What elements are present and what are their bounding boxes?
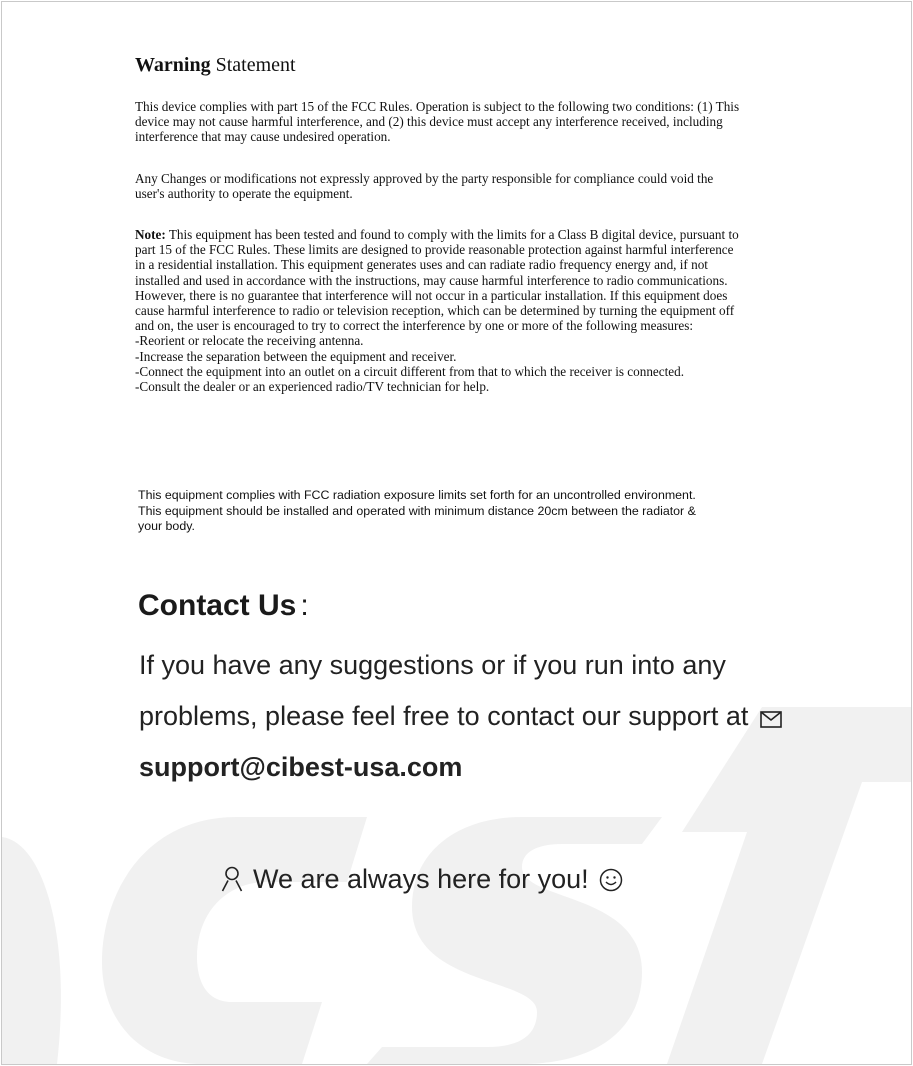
contact-title-colon: : [300, 589, 309, 622]
fcc-compliance-paragraph: This device complies with part 15 of the… [135, 99, 740, 145]
contact-message: If you have any suggestions or if you ru… [139, 640, 819, 793]
tagline-text: We are always here for you! [253, 864, 589, 894]
contact-title-text: Contact Us [138, 589, 297, 622]
measure-item: -Increase the separation between the equ… [135, 348, 457, 364]
smile-icon [599, 868, 622, 892]
tagline: We are always here for you! [221, 864, 623, 895]
contact-title: Contact Us: [138, 589, 309, 623]
manual-page: Warning Statement This device complies w… [1, 1, 912, 1065]
note-text: This equipment has been tested and found… [135, 227, 739, 334]
note-block: Note: This equipment has been tested and… [135, 227, 745, 394]
warning-title-bold: Warning [135, 54, 211, 76]
support-email-link[interactable]: support@cibest-usa.com [139, 752, 462, 782]
person-icon [221, 866, 243, 892]
mail-icon [760, 711, 782, 728]
measure-item: -Connect the equipment into an outlet on… [135, 363, 685, 379]
radiation-exposure-paragraph: This equipment complies with FCC radiati… [138, 488, 696, 534]
measure-item: -Consult the dealer or an experienced ra… [135, 379, 490, 395]
note-label: Note: [135, 227, 166, 242]
modification-paragraph: Any Changes or modifications not express… [135, 171, 714, 202]
measure-item: -Reorient or relocate the receiving ante… [135, 333, 364, 349]
warning-title-rest: Statement [215, 54, 296, 76]
warning-title: Warning Statement [135, 54, 296, 77]
contact-message-text: If you have any suggestions or if you ru… [139, 650, 749, 731]
